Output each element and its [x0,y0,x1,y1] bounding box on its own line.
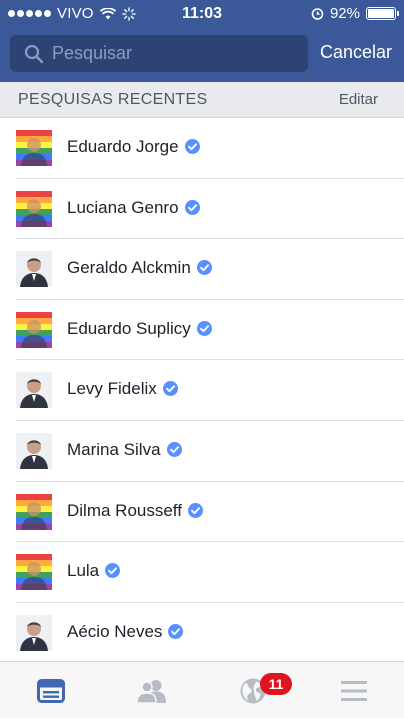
verified-badge-icon [184,199,200,215]
verified-badge-icon [166,441,182,457]
verified-badge-icon [168,623,184,639]
profile-avatar [16,251,52,288]
person-name-text: Levy Fidelix [67,379,157,399]
person-name: Levy Fidelix [67,379,178,399]
profile-avatar [16,554,52,591]
status-bar: VIVO 11:03 92% [0,0,404,28]
tab-notifications[interactable]: 11 [202,662,303,718]
recent-search-item[interactable]: Aécio Neves [0,603,404,664]
recent-search-item[interactable]: Levy Fidelix [0,360,404,421]
verified-badge-icon [196,260,212,276]
verified-badge-icon [162,381,178,397]
profile-avatar [16,130,52,166]
person-name-text: Geraldo Alckmin [67,258,191,278]
person-name-text: Dilma Rousseff [67,500,182,520]
menu-icon [340,680,367,701]
recent-search-item[interactable]: Eduardo Suplicy [0,300,404,361]
person-name-text: Eduardo Jorge [67,137,179,156]
person-name: Marina Silva [67,440,182,460]
friends-icon [135,679,166,703]
recent-searches-list: Eduardo Jorge Luciana Genro Geraldo Alckmi… [0,118,404,663]
profile-avatar [16,614,52,651]
profile-avatar [16,372,52,409]
top-header: VIVO 11:03 92% Pesquisar Cancelar [0,0,404,82]
person-name-text: Lula [67,561,100,581]
person-name-text: Eduardo Suplicy [67,318,191,338]
news-feed-icon [36,678,65,703]
battery-icon [366,7,399,20]
search-input[interactable] [52,35,302,72]
search-box[interactable] [10,35,308,72]
cancel-button[interactable]: Cancelar [320,42,392,63]
person-name: Aécio Neves [67,621,184,642]
bottom-tab-bar: 11 [0,661,404,718]
person-name: Luciana Genro [67,198,200,218]
person-name-text: Luciana Genro [67,197,179,217]
profile-avatar [16,432,52,469]
section-title: PESQUISAS RECENTES [18,91,208,108]
person-name: Dilma Rousseff [67,501,203,521]
profile-avatar [16,493,52,530]
person-name-text: Marina Silva [67,439,161,459]
search-icon [24,44,44,64]
person-name: Eduardo Suplicy [67,319,212,339]
status-right: 92% [311,5,399,22]
verified-badge-icon [196,320,212,336]
person-name: Eduardo Jorge [67,137,200,157]
search-row: Cancelar [0,30,404,78]
recent-search-item[interactable]: Marina Silva [0,421,404,482]
recent-search-item[interactable]: Lula [0,542,404,603]
verified-badge-icon [187,502,203,518]
tab-friends[interactable] [101,662,202,718]
profile-avatar [16,190,52,227]
profile-avatar [16,311,52,348]
notification-count-badge: 11 [260,673,292,695]
verified-badge-icon [184,139,200,154]
person-name-text: Aécio Neves [67,621,163,641]
recent-search-item[interactable]: Eduardo Jorge [0,118,404,179]
person-name: Lula [67,561,121,581]
verified-badge-icon [105,563,121,579]
tab-menu[interactable] [303,662,404,718]
person-name: Geraldo Alckmin [67,258,212,278]
recent-search-item[interactable]: Dilma Rousseff [0,482,404,543]
alarm-clock-icon [311,8,324,20]
recent-search-item[interactable]: Luciana Genro [0,179,404,240]
recent-search-item[interactable]: Geraldo Alckmin [0,239,404,300]
recent-searches-header: PESQUISAS RECENTES Editar [0,82,404,118]
tab-news-feed[interactable] [0,662,101,718]
battery-percent: 92% [329,5,360,22]
edit-button[interactable]: Editar [339,91,378,108]
